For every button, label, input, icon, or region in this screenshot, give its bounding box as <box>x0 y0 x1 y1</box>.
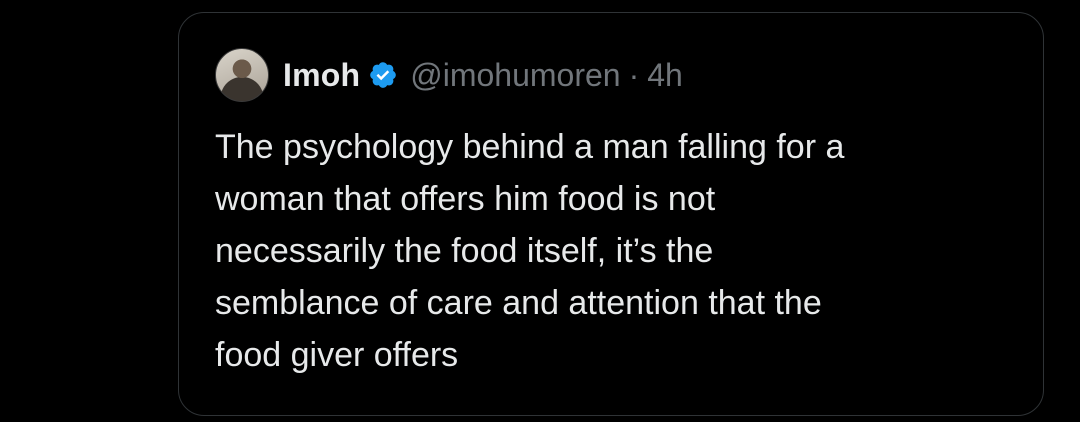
tweet-header: Imoh @imohumoren · 4h <box>215 47 683 103</box>
display-name[interactable]: Imoh <box>283 57 360 94</box>
separator-dot: · <box>628 56 640 93</box>
user-handle[interactable]: @imohumoren <box>410 57 620 94</box>
verified-badge-icon <box>368 60 398 90</box>
timestamp[interactable]: 4h <box>647 57 683 94</box>
avatar[interactable] <box>215 48 269 102</box>
tweet-text: The psychology behind a man falling for … <box>215 128 845 374</box>
quoted-tweet-card[interactable]: Imoh @imohumoren · 4h The psychology beh… <box>178 12 1044 416</box>
